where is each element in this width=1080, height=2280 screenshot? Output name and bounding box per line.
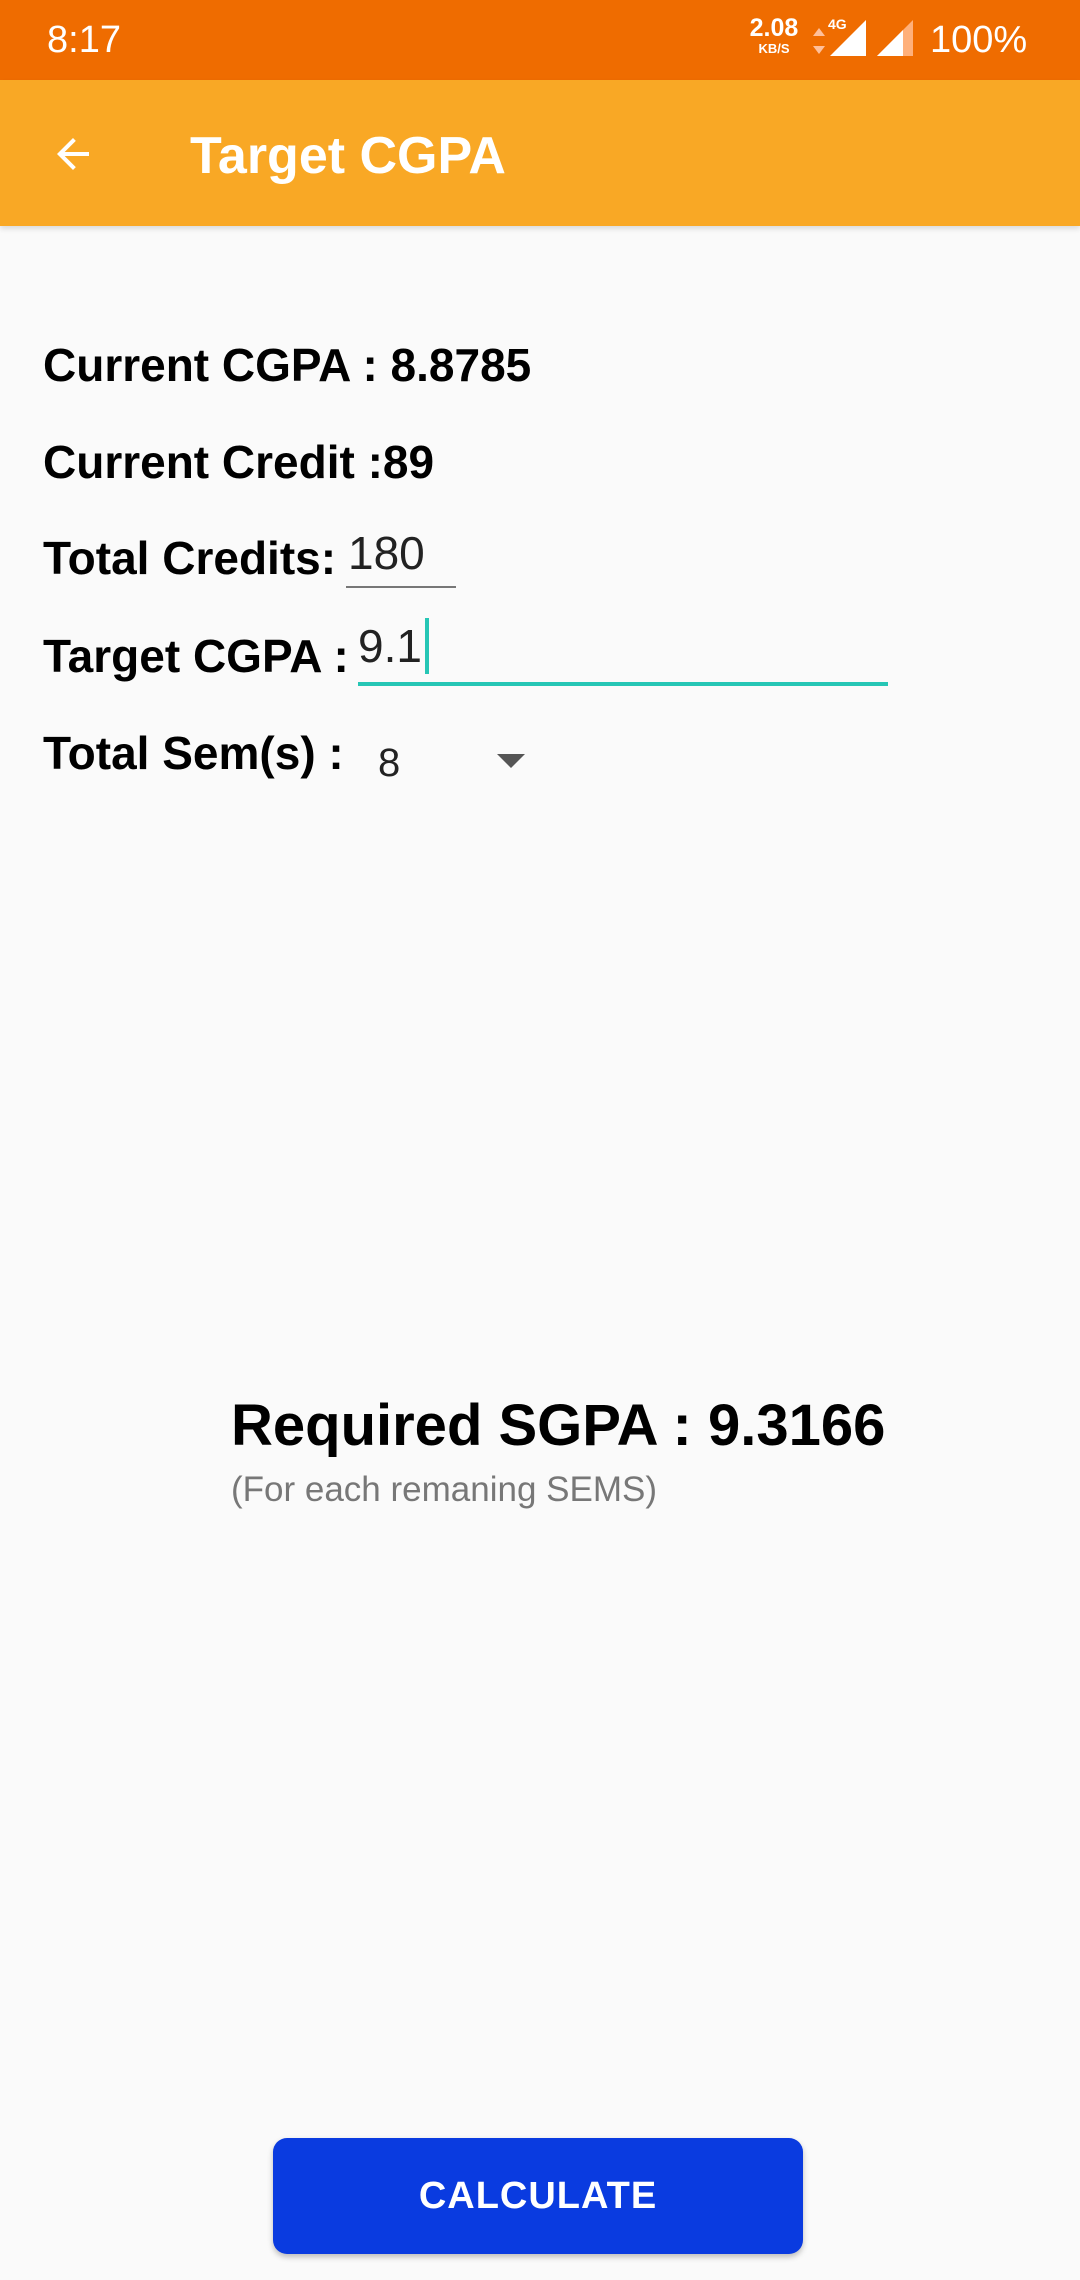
- status-bar: 8:17 2.08 KB/S 4G 100%: [0, 0, 1080, 80]
- target-cgpa-text: 9.1: [358, 620, 422, 672]
- total-sems-dropdown[interactable]: 8: [360, 730, 540, 792]
- text-cursor: [424, 618, 429, 674]
- page-title: Target CGPA: [190, 127, 506, 185]
- arrow-back-icon: [57, 138, 89, 170]
- battery-level: 100%: [930, 19, 1028, 61]
- back-button[interactable]: [28, 114, 118, 194]
- current-cgpa-label: Current CGPA : 8.8785: [43, 339, 532, 391]
- signal-strength-secondary-icon: [877, 20, 913, 56]
- status-time: 8:17: [47, 19, 121, 61]
- network-speed-unit: KB/S: [758, 41, 790, 56]
- current-credit-label: Current Credit :89: [43, 436, 435, 488]
- app-bar: Target CGPA: [0, 80, 1080, 226]
- target-cgpa-label: Target CGPA :: [43, 630, 349, 682]
- target-cgpa-input[interactable]: 9.1: [358, 612, 888, 686]
- network-speed-value: 2.08: [749, 14, 799, 42]
- total-sems-label: Total Sem(s) :: [43, 727, 344, 779]
- target-cgpa-value: 9.1: [358, 618, 429, 674]
- total-credits-label: Total Credits:: [43, 532, 337, 584]
- total-sems-value: 8: [378, 741, 401, 785]
- signal-strength-icon: [830, 20, 866, 56]
- required-sgpa-note: (For each remaning SEMS): [231, 1470, 657, 1509]
- data-activity-icon: [813, 28, 825, 54]
- total-credits-input[interactable]: [346, 520, 456, 588]
- calculate-button[interactable]: CALCULATE: [273, 2138, 803, 2254]
- network-speed: 2.08 KB/S: [745, 14, 803, 56]
- dropdown-arrow-icon: [497, 754, 525, 768]
- required-sgpa-result: Required SGPA : 9.3166: [231, 1393, 886, 1458]
